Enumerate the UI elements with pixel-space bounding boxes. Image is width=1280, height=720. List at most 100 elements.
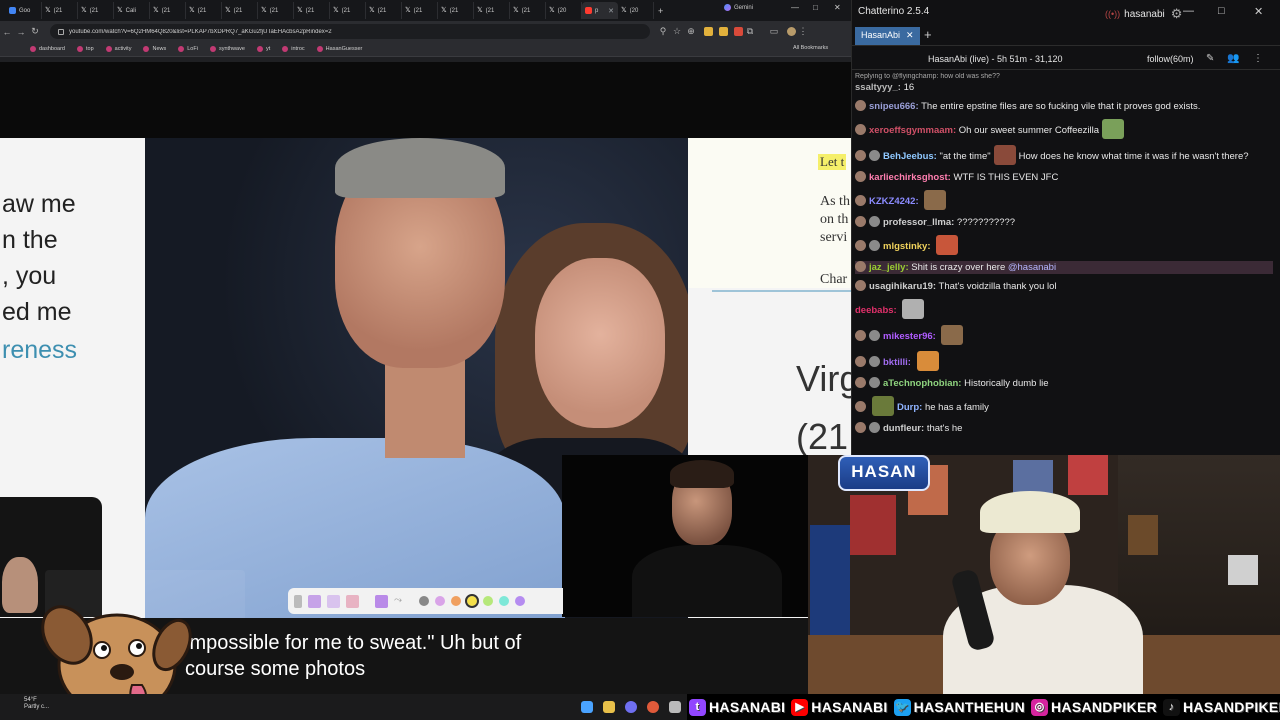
browser-tab[interactable]: Goo (6, 2, 42, 19)
color-yellow-selected[interactable] (465, 594, 479, 608)
chat-message[interactable]: snipeu666: The entire epstine files are … (855, 100, 1273, 113)
close-window-button[interactable]: ✕ (1254, 5, 1263, 18)
chat-username[interactable]: jaz_jelly: (869, 262, 909, 273)
browser-tab[interactable]: 𝕏 (21 (186, 2, 222, 19)
browser-icon[interactable] (647, 701, 659, 713)
browser-tab[interactable]: 𝕏 (21 (330, 2, 366, 19)
bookmark-item[interactable]: yt (256, 46, 270, 52)
chat-username[interactable]: Durp: (897, 402, 922, 413)
extension-icon[interactable] (719, 27, 728, 36)
settings-gear-icon[interactable]: ⚙ (1171, 6, 1183, 22)
chat-username[interactable]: mikester96: (883, 331, 936, 342)
bookmark-item[interactable]: dashboard (30, 46, 65, 52)
bookmark-item[interactable]: introc (282, 46, 305, 52)
chat-username[interactable]: usagihikaru19: (869, 281, 936, 292)
color-gray[interactable] (419, 596, 429, 606)
follow-mode-label[interactable]: follow(60m) (1147, 54, 1194, 64)
viewer-list-icon[interactable]: 👥 (1227, 53, 1239, 64)
color-pink[interactable] (435, 596, 445, 606)
profile-avatar[interactable] (787, 27, 796, 36)
browser-tab[interactable]: 𝕏 (21 (474, 2, 510, 19)
chat-username[interactable]: snipeu666: (869, 101, 919, 112)
puzzle-icon[interactable]: ⧉ (743, 26, 757, 37)
bookmark-star-icon[interactable]: ☆ (670, 26, 684, 37)
browser-tab[interactable]: 𝕏 (21 (402, 2, 438, 19)
maximize-button[interactable]: □ (1218, 5, 1225, 17)
bookmark-item[interactable]: HasanGuesser (316, 46, 362, 52)
browser-tab[interactable]: 𝕏 (20 (618, 2, 654, 19)
chat-message[interactable]: karliechirksghost: WTF IS THIS EVEN JFC (855, 171, 1273, 184)
app-icon[interactable] (625, 701, 637, 713)
bookmark-item[interactable]: top (77, 46, 94, 52)
zoom-icon[interactable]: ⚲ (656, 26, 670, 37)
url-bar[interactable]: youtube.com/watch?v=6Q2HM64Q820&list=PLK… (50, 24, 650, 39)
chat-username[interactable]: mlgstinky: (883, 241, 931, 252)
minimize-button[interactable]: — (791, 3, 799, 12)
chat-message[interactable]: bktilli: (855, 351, 1273, 371)
reload-button[interactable]: ↻ (28, 26, 42, 37)
browser-tab[interactable]: 𝕏 (21 (438, 2, 474, 19)
browser-tab[interactable]: 𝕏 (21 (510, 2, 546, 19)
browser-tab[interactable]: 𝕏 (21 (222, 2, 258, 19)
chat-message[interactable]: xeroeffsgymmaam: Oh our sweet summer Cof… (855, 119, 1273, 139)
marker-tool-icon[interactable] (327, 594, 340, 608)
chat-username[interactable]: dunfleur: (883, 423, 924, 434)
chat-username[interactable]: deebabs: (855, 305, 897, 316)
extension-icon[interactable] (704, 27, 713, 36)
shape-tool-icon[interactable] (375, 594, 388, 608)
maximize-button[interactable]: □ (813, 3, 818, 12)
browser-tab[interactable]: 𝕏 (20 (546, 2, 582, 19)
browser-tab[interactable]: 𝕏 (21 (150, 2, 186, 19)
browser-tab[interactable]: 𝕏 (21 (42, 2, 78, 19)
chat-message[interactable]: usagihikaru19: That's voidzilla thank yo… (855, 280, 1273, 293)
minimize-button[interactable]: — (1183, 5, 1194, 17)
chat-username[interactable]: KZKZ4242: (869, 196, 919, 207)
chat-message[interactable]: ssaltyyy_: 16 (855, 81, 1273, 94)
chat-username[interactable]: bktilli: (883, 357, 911, 368)
chat-message[interactable]: professor_llma: ??????????? (855, 216, 1273, 229)
close-tab-icon[interactable]: ✕ (906, 30, 914, 42)
chat-message[interactable]: deebabs: (855, 299, 1273, 319)
browser-tab[interactable]: p ✕ (582, 2, 618, 19)
color-teal[interactable] (499, 596, 509, 606)
forward-button[interactable]: → (14, 27, 28, 37)
highlighter-tool-icon[interactable] (308, 594, 321, 608)
lasso-tool-icon[interactable]: ⤳ (394, 595, 407, 608)
bookmark-item[interactable]: LoFi (178, 46, 198, 52)
chat-username[interactable]: BehJeebus: (883, 151, 937, 162)
close-tab-icon[interactable]: ✕ (608, 7, 614, 15)
browser-tab[interactable]: 𝕏 Cali (114, 2, 150, 19)
start-icon[interactable] (581, 701, 593, 713)
url-text[interactable]: youtube.com/watch?v=6Q2HM64Q820&list=PLK… (69, 29, 332, 35)
app-icon[interactable] (669, 701, 681, 713)
chat-message[interactable]: mlgstinky: (855, 235, 1273, 255)
add-tab-button[interactable]: + (924, 27, 932, 42)
all-bookmarks-button[interactable]: All Bookmarks (793, 45, 828, 51)
bookmark-item[interactable]: News (143, 46, 166, 52)
reply-context[interactable]: Replying to @flyingchamp: how old was sh… (855, 73, 1273, 80)
chat-message[interactable]: aTechnophobian: Historically dumb lie (855, 377, 1273, 390)
bookmark-item[interactable]: synthwave (209, 46, 245, 52)
chat-username[interactable]: ssaltyyy_: (855, 82, 901, 93)
back-button[interactable]: ← (0, 27, 14, 37)
color-purple[interactable] (515, 596, 525, 606)
browser-tab[interactable]: 𝕏 (21 (258, 2, 294, 19)
chat-username[interactable]: aTechnophobian: (883, 378, 961, 389)
chat-message[interactable]: jaz_jelly: Shit is crazy over here @hasa… (855, 261, 1273, 274)
chat-mention[interactable]: @hasanabi (1008, 262, 1056, 273)
pen-tool-icon[interactable] (294, 594, 302, 608)
color-green[interactable] (483, 596, 493, 606)
weather-widget[interactable]: 54°F Partly c... (24, 697, 49, 711)
chat-message[interactable]: dunfleur: that's he (855, 422, 1273, 435)
extension-icon[interactable] (734, 27, 743, 36)
chat-message[interactable]: KZKZ4242: (855, 190, 1273, 210)
browser-tab[interactable]: 𝕏 (21 (78, 2, 114, 19)
eraser-tool-icon[interactable] (346, 594, 359, 608)
chat-message[interactable]: mikester96: (855, 325, 1273, 345)
chat-username[interactable]: karliechirksghost: (869, 172, 951, 183)
chat-message[interactable]: Durp: he has a family (855, 396, 1273, 416)
cast-icon[interactable]: ▭ (767, 26, 781, 37)
bookmark-item[interactable]: activity (105, 46, 131, 52)
close-window-button[interactable]: ✕ (834, 3, 841, 12)
edit-icon[interactable]: ✎ (1206, 53, 1214, 64)
